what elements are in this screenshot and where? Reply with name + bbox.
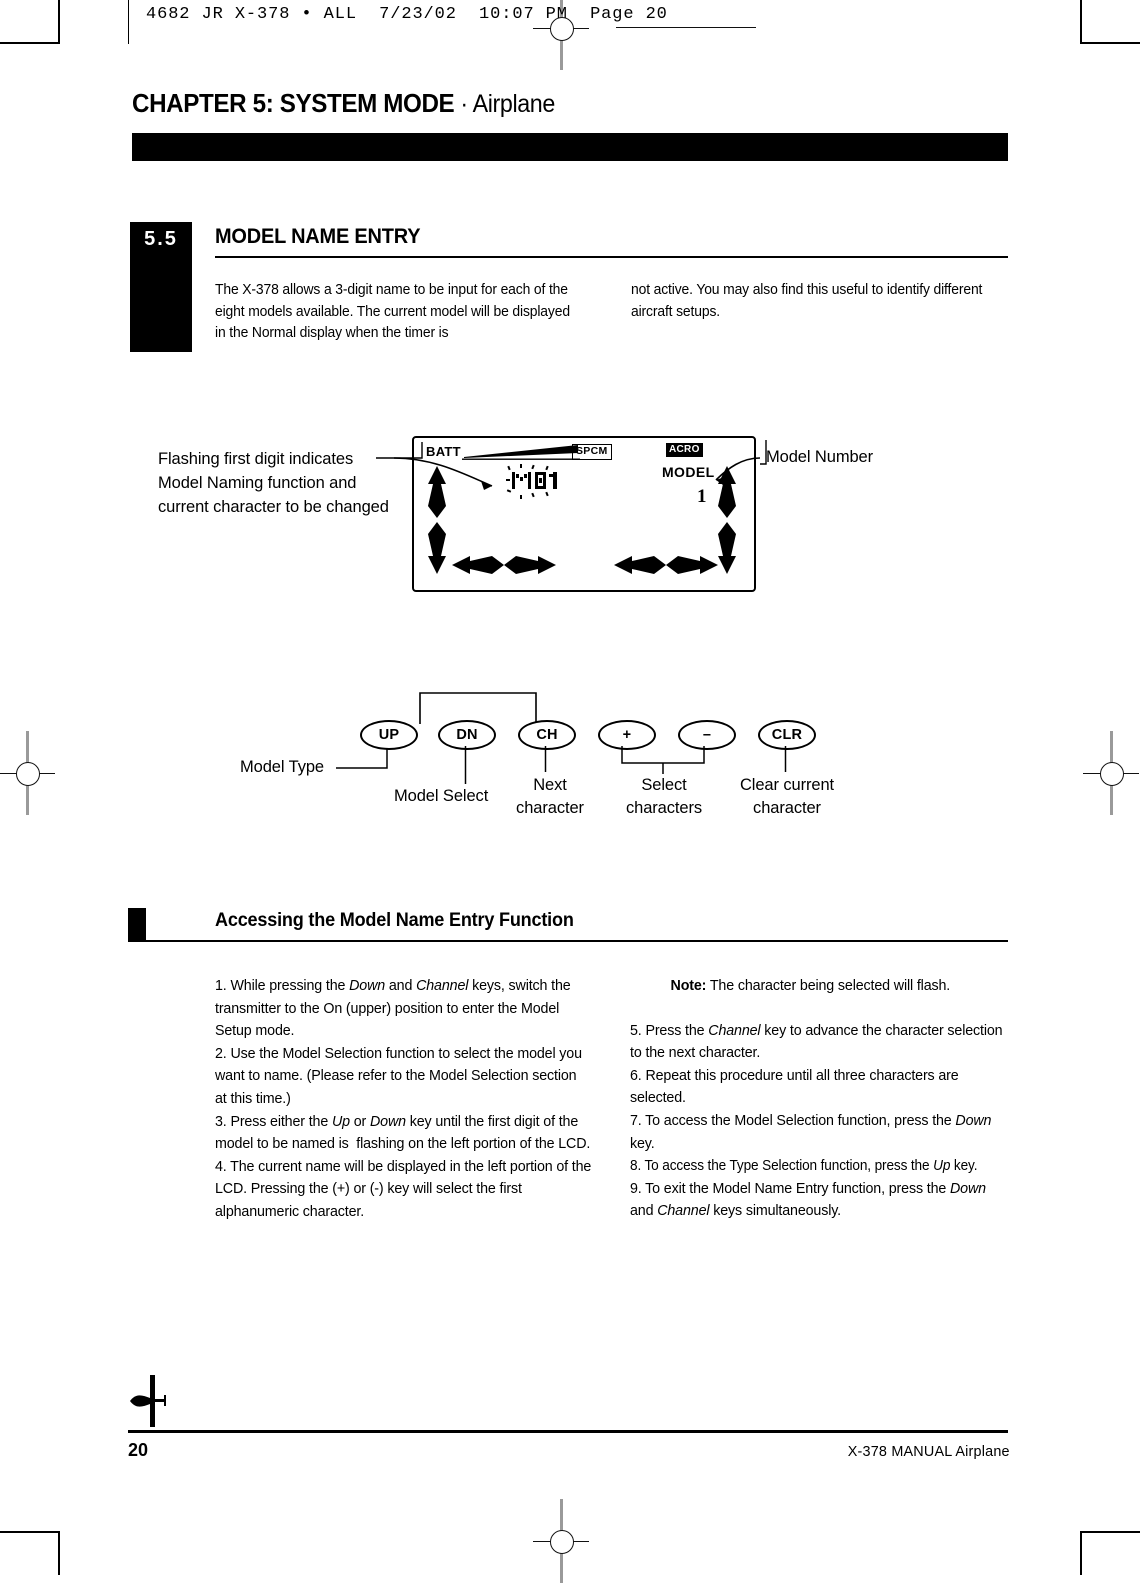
chapter-title-main: CHAPTER 5: SYSTEM MODE (132, 88, 455, 118)
step-1-italic-down: Down (349, 978, 386, 994)
label-model-type: Model Type (240, 758, 324, 776)
step-9-part-a: 9. To exit the Model Name Entry function… (630, 1180, 951, 1197)
step-1-part-a: 1. While pressing the (215, 978, 350, 994)
note-label: Note: (670, 978, 707, 994)
registration-mark-left (0, 731, 55, 815)
step-3-italic-down: Down (369, 1113, 406, 1130)
steps-column-left: 1. While pressing the Down and Channel k… (215, 975, 591, 1224)
step-3-part-a: 3. Press either the (215, 1113, 332, 1130)
lcd-spcm-indicator: SPCM (572, 444, 612, 460)
registration-circle (1100, 762, 1124, 786)
step-7: 7. To access the Model Selection functio… (630, 1110, 1008, 1155)
step-3: 3. Press either the Up or Down key until… (215, 1111, 591, 1156)
step-3-italic-up: Up (331, 1113, 350, 1130)
label-next-character-line1: Next (533, 776, 567, 794)
crop-mark-bottom-left (0, 1531, 60, 1575)
step-9-part-c: keys simultaneously. (709, 1203, 842, 1220)
footer-rule (128, 1430, 1008, 1433)
step-4: 4. The current name will be displayed in… (215, 1158, 592, 1220)
callout-leader-line-left (376, 442, 493, 490)
intro-paragraph-right: not active. You may also find this usefu… (631, 282, 983, 320)
step-5: 5. Press the Channel key to advance the … (630, 1020, 1008, 1065)
step-7-part-a: 7. To access the Model Selection functio… (630, 1112, 956, 1129)
leader-clear-character (784, 746, 787, 772)
step-8: 8. To access the Type Selection function… (630, 1155, 1008, 1178)
step-6: 6. Repeat this procedure until all three… (630, 1067, 959, 1107)
steps-column-right: Note: The character being selected will … (630, 975, 1008, 1223)
film-edge-line (128, 0, 129, 44)
step-1-italic-channel: Channel (416, 978, 469, 994)
airplane-icon (130, 1375, 166, 1427)
intro-paragraph-left: The X-378 allows a 3-digit name to be in… (215, 282, 570, 341)
step-1-part-b: and (385, 978, 417, 994)
callout-leader-line-right (715, 440, 767, 485)
label-clear-character: Clear current character (732, 774, 842, 820)
registration-circle (16, 762, 40, 786)
manual-page: 4682 JR X-378 • ALL 7/23/02 10:07 PM Pag… (0, 0, 1140, 1583)
film-header-text: 4682 JR X-378 • ALL 7/23/02 10:07 PM Pag… (146, 5, 668, 24)
step-2: 2. Use the Model Selection function to s… (215, 1045, 582, 1107)
trim-indicator-right-horizontal (614, 556, 718, 574)
label-next-character: Next character (507, 774, 593, 820)
subsection-rule (128, 940, 1008, 942)
leader-model-select (464, 746, 467, 784)
chapter-title-separator: · (454, 90, 473, 118)
chapter-header-bar (132, 133, 1008, 161)
step-9-italic-channel: Channel (657, 1203, 710, 1220)
step-1: 1. While pressing the Down and Channel k… (215, 975, 591, 1043)
label-model-select: Model Select (394, 787, 489, 805)
label-select-characters: Select characters (612, 774, 716, 820)
callout-flashing-first-digit: Flashing first digit indicates Model Nam… (158, 450, 389, 516)
step-5-part-a: 5. Press the (630, 1022, 709, 1039)
note-line: Note: The character being selected will … (630, 975, 1008, 998)
leader-next-character (544, 746, 547, 772)
note-text: The character being selected will flash. (706, 978, 951, 994)
step-7-part-b: key. (630, 1135, 655, 1152)
label-clear-character-line2: character (753, 799, 821, 817)
step-8-part-b: key. (950, 1158, 978, 1175)
registration-circle (550, 1530, 574, 1554)
registration-mark-bottom (533, 1499, 589, 1583)
subsection-marker (128, 908, 146, 942)
section-title: MODEL NAME ENTRY (215, 225, 421, 248)
step-9-italic-down: Down (950, 1180, 986, 1197)
step-9-part-b: and (630, 1203, 658, 1220)
section-title-rule (215, 256, 1008, 258)
step-3-part-b: or (349, 1113, 370, 1130)
lcd-acro-indicator: ACRO (666, 443, 703, 457)
bracket-plus-minus (621, 746, 705, 774)
key-function-diagram: UP DN CH + – CLR Model Type Model Select… (240, 690, 860, 820)
step-9: 9. To exit the Model Name Entry function… (630, 1178, 1008, 1223)
label-clear-character-line1: Clear current (739, 776, 835, 794)
registration-rule-top (616, 27, 756, 28)
label-select-characters-line2: characters (625, 799, 703, 817)
registration-mark-right (1083, 731, 1139, 815)
label-next-character-line2: character (516, 799, 584, 817)
crop-mark-top-left (0, 0, 60, 44)
trim-indicator-left-horizontal (452, 556, 556, 574)
subsection-title: Accessing the Model Name Entry Function (215, 910, 574, 931)
callout-model-number: Model Number (766, 448, 874, 466)
chapter-title-suffix: Airplane (472, 90, 556, 118)
leader-model-type (336, 748, 388, 769)
bracket-dn-ch (419, 692, 537, 724)
page-title: CHAPTER 5: SYSTEM MODE · Airplane (132, 88, 555, 119)
step-7-italic-down: Down (955, 1112, 992, 1129)
crop-mark-bottom-right (1080, 1531, 1140, 1575)
step-8-condensed: 8. To access the Type Selection function… (630, 1155, 978, 1178)
page-number: 20 (128, 1440, 149, 1460)
footer-manual-label: X-378 MANUAL Airplane (848, 1443, 1010, 1460)
step-5-italic-channel: Channel (708, 1022, 761, 1039)
section-number: 5.5 (144, 228, 178, 250)
crop-mark-top-right (1080, 0, 1140, 44)
step-8-part-a: 8. To access the Type Selection function… (630, 1158, 934, 1175)
label-select-characters-line1: Select (641, 776, 687, 794)
step-8-italic-up: Up (933, 1158, 951, 1175)
